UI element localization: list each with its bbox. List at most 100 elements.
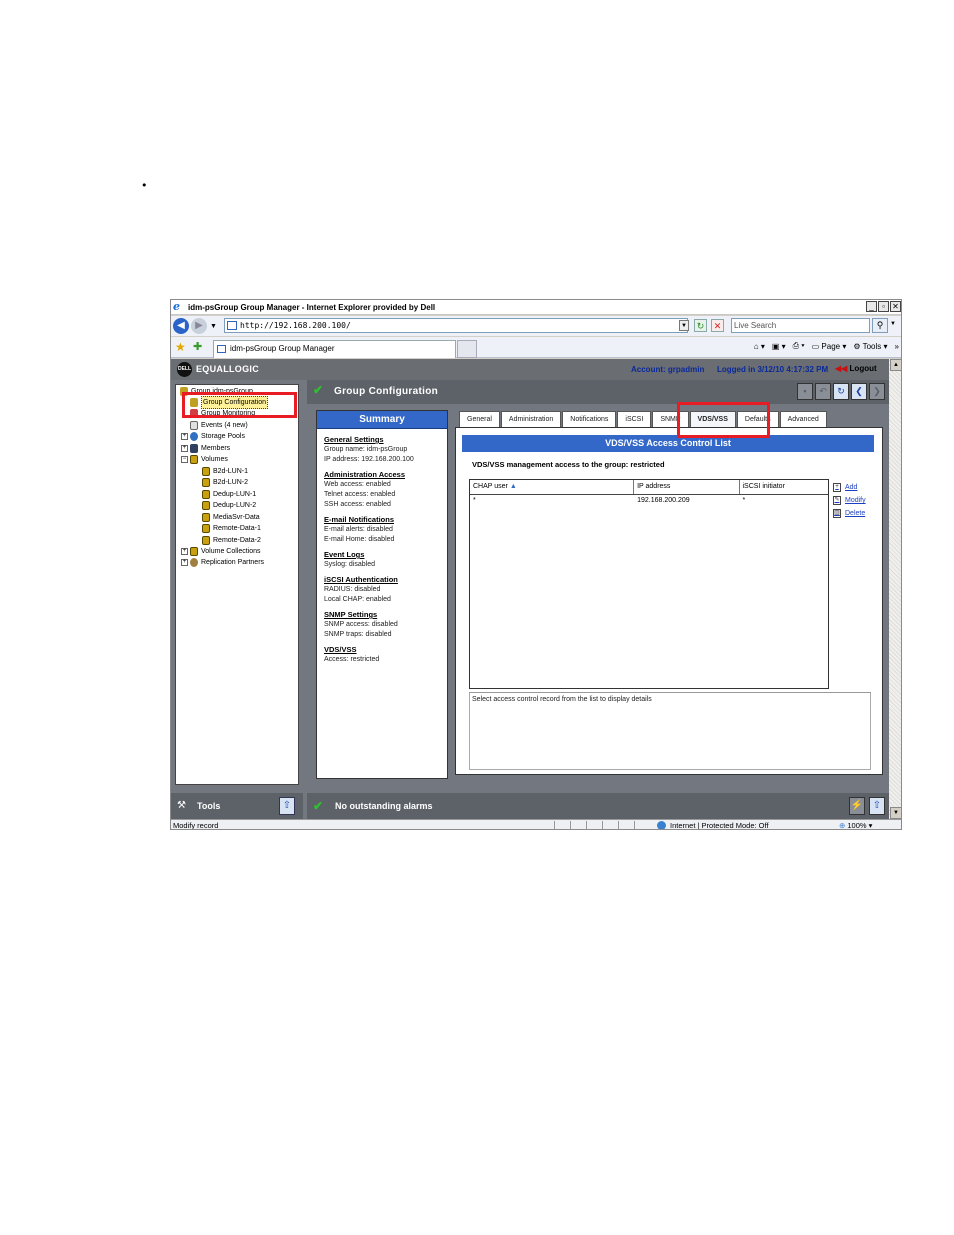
tree-item-label: Replication Partners — [201, 559, 265, 566]
browser-tab[interactable]: idm-psGroup Group Manager — [213, 340, 456, 358]
add-favorite-icon[interactable]: ✚ — [193, 340, 202, 353]
tools-expand-button[interactable]: ⇧ — [279, 797, 295, 815]
tree-item-label: Volume Collections — [201, 548, 261, 555]
back-button[interactable]: ◀ — [173, 318, 189, 334]
discard-icon[interactable]: ↶ — [815, 383, 831, 400]
summary-heading-snmp[interactable]: SNMP Settings — [324, 610, 447, 620]
tools-label[interactable]: Tools — [197, 801, 220, 811]
acl-table-header: CHAP user ▲ IP address iSCSI initiator — [470, 480, 828, 495]
forward-button[interactable]: ▶ — [191, 318, 207, 334]
maximize-button[interactable]: ▫ — [878, 301, 889, 312]
page-menu[interactable]: ▭ Page ▾ — [812, 342, 847, 351]
delete-label: Delete — [845, 510, 866, 517]
tab-general[interactable]: General — [459, 411, 500, 427]
tree-item-volume[interactable]: MediaSvr-Data — [202, 512, 260, 523]
summary-line: Group name: idm-psGroup — [324, 446, 408, 453]
tree-item-events[interactable]: Events (4 new) — [190, 420, 248, 431]
expand-icon[interactable]: + — [181, 433, 188, 440]
tools-bar: ⚒ Tools ⇧ — [171, 793, 303, 819]
summary-heading-vds-vss[interactable]: VDS/VSS — [324, 645, 447, 655]
ie-logo-icon: e — [173, 300, 180, 313]
forward-nav-icon[interactable]: ❯ — [869, 383, 885, 400]
volume-icon — [202, 490, 210, 499]
summary-heading-event-logs[interactable]: Event Logs — [324, 550, 447, 560]
expand-icon[interactable]: + — [181, 559, 188, 566]
search-options-icon[interactable]: ▼ — [890, 321, 896, 327]
tree-item-volume[interactable]: B2d-LUN-1 — [202, 466, 248, 477]
refresh-button[interactable]: ↻ — [694, 319, 707, 332]
column-header-chap-user[interactable]: CHAP user ▲ — [470, 480, 635, 494]
alarm-filter-icon[interactable]: ⚡ — [849, 797, 865, 815]
browser-window: e idm-psGroup Group Manager - Internet E… — [170, 299, 902, 830]
tree-item-volume[interactable]: Dedup-LUN-2 — [202, 500, 256, 511]
url-input[interactable]: http://192.168.200.100/ — [224, 318, 688, 333]
delete-link[interactable]: ▥ Delete — [833, 507, 866, 520]
detail-hint: Select access control record from the li… — [472, 696, 652, 703]
modify-link[interactable]: ✎ Modify — [833, 494, 866, 507]
volume-icon — [202, 536, 210, 545]
home-icon[interactable]: ⌂ ▾ — [754, 342, 765, 351]
logout-button[interactable]: ◀◀ Logout — [835, 364, 877, 373]
search-input[interactable]: Live Search — [731, 318, 870, 333]
url-dropdown-icon[interactable]: ▼ — [679, 320, 689, 331]
page-menu-label: Page — [821, 341, 841, 351]
tree-item-label: B2d-LUN-2 — [213, 479, 249, 486]
summary-line: Telnet access: enabled — [324, 491, 396, 498]
modify-label: Modify — [845, 497, 866, 504]
summary-heading-iscsi[interactable]: iSCSI Authentication — [324, 575, 447, 585]
search-icon[interactable]: ⚲ — [872, 318, 888, 333]
tree-item-volume[interactable]: Dedup-LUN-1 — [202, 489, 256, 500]
tree-item-volume[interactable]: Remote-Data-1 — [202, 523, 261, 534]
favorites-star-icon[interactable]: ★ — [175, 340, 186, 354]
scroll-down-icon[interactable]: ▼ — [890, 807, 901, 819]
summary-heading-admin-access[interactable]: Administration Access — [324, 470, 447, 480]
vds-vss-panel: VDS/VSS Access Control List VDS/VSS mana… — [455, 427, 883, 775]
tree-item-replication-partners[interactable]: + Replication Partners — [181, 557, 264, 568]
replication-icon — [190, 558, 198, 567]
expand-icon[interactable]: + — [181, 445, 188, 452]
browser-status-bar: Modify record Internet | Protected Mode:… — [171, 819, 901, 829]
tools-menu[interactable]: ⚙ Tools ▾ — [853, 342, 887, 351]
expand-icon[interactable]: + — [181, 548, 188, 555]
add-link[interactable]: + Add — [833, 481, 866, 494]
tree-item-volume[interactable]: Remote-Data-2 — [202, 535, 261, 546]
refresh-data-icon[interactable]: ↻ — [833, 383, 849, 400]
collapse-icon[interactable]: − — [181, 456, 188, 463]
scroll-up-icon[interactable]: ▲ — [890, 359, 901, 371]
security-zone[interactable]: Internet | Protected Mode: Off — [657, 820, 769, 829]
alarm-ok-icon: ✔ — [313, 799, 324, 813]
tree-item-storage-pools[interactable]: + Storage Pools — [181, 431, 245, 442]
more-commands-icon[interactable]: » — [895, 342, 899, 351]
minimize-button[interactable]: _ — [866, 301, 877, 312]
tree-item-volumes[interactable]: − Volumes — [181, 454, 228, 465]
summary-heading-email[interactable]: E-mail Notifications — [324, 515, 447, 525]
back-nav-icon[interactable]: ❮ — [851, 383, 867, 400]
tree-item-volume-collections[interactable]: + Volume Collections — [181, 546, 261, 557]
save-icon[interactable]: ▪ — [797, 383, 813, 400]
print-icon[interactable]: ⎙ ▾ — [793, 341, 805, 351]
tab-iscsi[interactable]: iSCSI — [617, 411, 652, 427]
table-row[interactable]: * 192.168.200.209 * — [470, 495, 828, 507]
tree-item-members[interactable]: + Members — [181, 443, 230, 454]
tree-item-label: MediaSvr-Data — [213, 514, 260, 521]
stop-button[interactable]: ✕ — [711, 319, 724, 332]
tab-advanced[interactable]: Advanced — [779, 411, 827, 427]
alarm-status-text: No outstanding alarms — [335, 801, 433, 811]
feeds-icon[interactable]: ▣ ▾ — [772, 342, 786, 351]
vertical-scrollbar[interactable]: ▲ ▼ — [889, 359, 901, 819]
tree-item-volume[interactable]: B2d-LUN-2 — [202, 477, 248, 488]
history-dropdown-icon[interactable]: ▼ — [210, 323, 217, 330]
tab-administration[interactable]: Administration — [500, 411, 562, 427]
close-window-button[interactable]: ✕ — [890, 301, 901, 312]
members-icon — [190, 444, 198, 453]
logout-icon: ◀◀ — [835, 364, 848, 373]
zoom-control[interactable]: ⊕ 100% ▾ — [839, 820, 872, 829]
tab-notifications[interactable]: Notifications — [562, 411, 617, 427]
alarm-expand-button[interactable]: ⇧ — [869, 797, 885, 815]
column-header-ip-address[interactable]: IP address — [634, 480, 740, 494]
new-tab-button[interactable] — [457, 340, 477, 358]
globe-icon — [657, 821, 666, 829]
tree-item-label: Remote-Data-1 — [213, 525, 261, 532]
summary-heading-general[interactable]: General Settings — [324, 435, 447, 445]
column-header-iscsi-initiator[interactable]: iSCSI initiator — [740, 480, 829, 494]
